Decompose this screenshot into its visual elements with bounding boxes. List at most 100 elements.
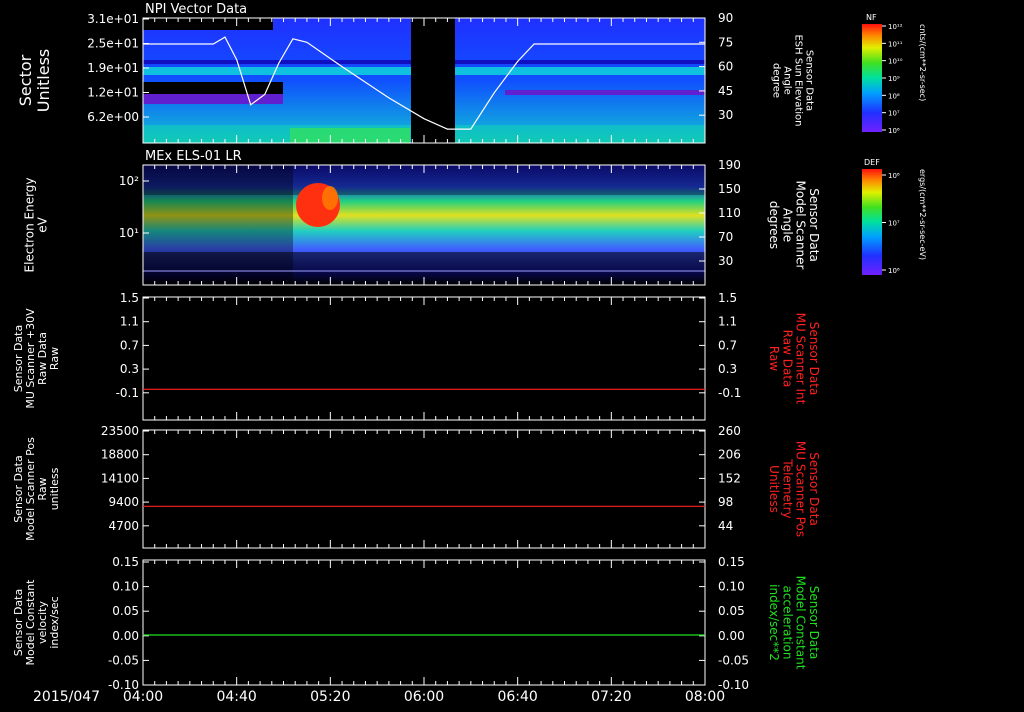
left-axis-label-line: Sensor Data (12, 589, 25, 656)
right-axis-label-line: ESH Sun Elevation (793, 34, 804, 126)
colorbar-nf-tick-label: 10⁸ (888, 92, 900, 100)
colorbar-def-ticks: 10⁸ 10⁷ 10⁶ (882, 172, 900, 275)
colorbar-nf: NF 10¹² 10¹¹ 10¹⁰ 10⁹ 10⁸ 10⁷ 10⁶ cnts/(cm**2-… (862, 13, 927, 135)
left-ytick-label-p1: 1.9e+01 (87, 61, 139, 75)
right-axis-label-p5: Sensor DataModel Constantaccelerationind… (767, 576, 821, 670)
right-ytick-label-p5: 0.15 (718, 555, 745, 569)
right-axis-label-line: MU Scanner Int (794, 313, 808, 405)
right-axis-label-line: Angle (780, 208, 794, 242)
right-axis-label-line: Unitless (767, 465, 781, 513)
right-axis-label-line: degrees (767, 201, 781, 249)
colorbar-def-tick-label: 10⁷ (888, 220, 900, 228)
left-ytick-label-p3: -0.1 (116, 386, 139, 400)
right-ytick-label-p4: 260 (718, 424, 741, 438)
panel-els (142, 164, 706, 286)
colorbar-def: DEF 10⁸ 10⁷ 10⁶ ergs/(cm**2-sr-sec-eV) (862, 158, 927, 275)
left-axis-label-line: MU Scanner +30V (24, 308, 37, 409)
left-ytick-label-p4: 18800 (101, 448, 139, 462)
colorbar-nf-tick-label: 10⁷ (888, 110, 900, 118)
right-ytick-label-p4: 152 (718, 471, 741, 485)
left-axis-label-line: Raw (36, 477, 49, 500)
left-axis-label-line: eV (36, 216, 50, 232)
left-ytick-label-p4: 9400 (108, 495, 139, 509)
npi-purple-band-left (143, 94, 283, 104)
time-tick-label: 04:00 (123, 689, 163, 705)
plot-stage: 3.1e+01 2.5e+01 1.9e+01 1.2e+01 6.2e+00 90 75 6… (0, 0, 1024, 708)
panel4-frame (142, 429, 706, 549)
right-ytick-label-p3: 1.5 (718, 291, 737, 305)
npi-title: NPI Vector Data (145, 2, 247, 17)
right-ytick-label-p2: 110 (718, 206, 741, 220)
right-axis-label-line: Angle (782, 66, 793, 94)
colorbar-nf-gradient (862, 24, 882, 132)
right-ytick-label-p1: 30 (718, 108, 733, 122)
right-ytick-label-p4: 98 (718, 495, 733, 509)
colorbar-nf-ticks: 10¹² 10¹¹ 10¹⁰ 10⁹ 10⁸ 10⁷ 10⁶ (882, 23, 903, 135)
right-axis-label-line: MU Scanner Pos (794, 441, 808, 537)
left-ytick-label-p1: 1.2e+01 (87, 86, 139, 100)
right-axis-label-p2: Sensor DataModel ScannerAngledegrees (767, 181, 821, 270)
left-ytick-label-p4: 23500 (101, 424, 139, 438)
left-ytick-label-p4: 14100 (101, 471, 139, 485)
left-axis-label-line: Raw (48, 347, 61, 370)
right-ytick-label-p5: 0.10 (718, 580, 745, 594)
left-ytick-label-p2: 10¹ (119, 226, 139, 240)
panel3-frame (142, 296, 706, 421)
right-ytick-label-p5: -0.05 (718, 653, 749, 667)
left-ytick-label-p1: 3.1e+01 (87, 12, 139, 26)
right-ytick-label-p2: 30 (718, 254, 733, 268)
left-ytick-label-p3: 1.1 (120, 315, 139, 329)
right-ytick-label-p3: 0.3 (718, 362, 737, 376)
right-ytick-label-p2: 70 (718, 230, 733, 244)
left-axis-label-line: Raw Data (36, 332, 49, 385)
panel5-frame (142, 559, 706, 686)
colorbar-def-unit: ergs/(cm**2-sr-sec-eV) (918, 169, 927, 260)
npi-dark-band-top (143, 18, 273, 30)
plot-svg: 3.1e+01 2.5e+01 1.9e+01 1.2e+01 6.2e+00 90 75 6… (12, 2, 927, 705)
npi-green-patch (290, 128, 410, 143)
right-axis-label-line: Sensor Data (807, 322, 821, 396)
right-ytick-label-p3: 1.1 (718, 315, 737, 329)
date-label: 2015/047 (33, 689, 100, 705)
colorbar-nf-tick-label: 10¹² (888, 23, 903, 31)
right-ytick-label-p3: -0.1 (718, 386, 741, 400)
right-ytick-label-p4: 206 (718, 448, 741, 462)
right-axis-label-p1: Sensor DataESH Sun ElevationAngledegree (771, 34, 815, 126)
left-axis-label-line: unitless (48, 467, 61, 510)
colorbar-nf-tick-label: 10⁹ (888, 75, 900, 83)
right-ytick-label-p1: 45 (718, 84, 733, 98)
left-ytick-label-p2: 10² (119, 174, 139, 188)
right-axis-label-line: Model Constant (794, 576, 808, 670)
left-ytick-label-p5: 0.05 (112, 604, 139, 618)
npi-data-gap (411, 18, 455, 143)
time-tick-label: 05:20 (310, 689, 350, 705)
right-ytick-label-p4: 44 (718, 519, 733, 533)
npi-dark-band-left (143, 82, 283, 94)
left-axis-label-line: Sensor Data (12, 455, 25, 522)
left-axis-label-p1: SectorUnitless (16, 49, 53, 113)
panel-npi (142, 17, 706, 144)
right-axis-label-line: Sensor Data (807, 586, 821, 660)
colorbar-nf-tick-label: 10⁶ (888, 127, 900, 135)
right-ytick-label-p2: 150 (718, 182, 741, 196)
right-axis-label-p3: Sensor DataMU Scanner IntRaw DataRaw (767, 313, 821, 405)
colorbar-nf-label: NF (866, 13, 877, 22)
left-axis-label-p4: Sensor DataModel Scanner PosRawunitless (12, 437, 61, 541)
time-tick-label: 06:00 (404, 689, 444, 705)
right-axis-label-line: Raw (767, 346, 781, 371)
left-ytick-label-p5: 0.15 (112, 555, 139, 569)
right-ytick-label-p5: 0.05 (718, 604, 745, 618)
colorbar-nf-tick-label: 10¹⁰ (888, 58, 903, 66)
colorbar-def-label: DEF (864, 158, 880, 167)
colorbar-def-tick-label: 10⁸ (888, 172, 900, 180)
left-axis-label-p3: Sensor DataMU Scanner +30VRaw DataRaw (12, 308, 61, 409)
left-axis-label-line: Electron Energy (22, 177, 36, 272)
right-axis-label-line: degree (771, 63, 782, 98)
left-ytick-label-p3: 0.7 (120, 338, 139, 352)
right-ytick-label-p1: 90 (718, 11, 733, 25)
colorbar-nf-unit: cnts/(cm**2-sr-sec) (918, 24, 927, 101)
right-axis-label-line: acceleration (780, 586, 794, 660)
right-ytick-label-p1: 60 (718, 60, 733, 74)
left-axis-label-p2: Electron EnergyeV (22, 177, 49, 272)
left-ytick-label-p5: 0.00 (112, 629, 139, 643)
